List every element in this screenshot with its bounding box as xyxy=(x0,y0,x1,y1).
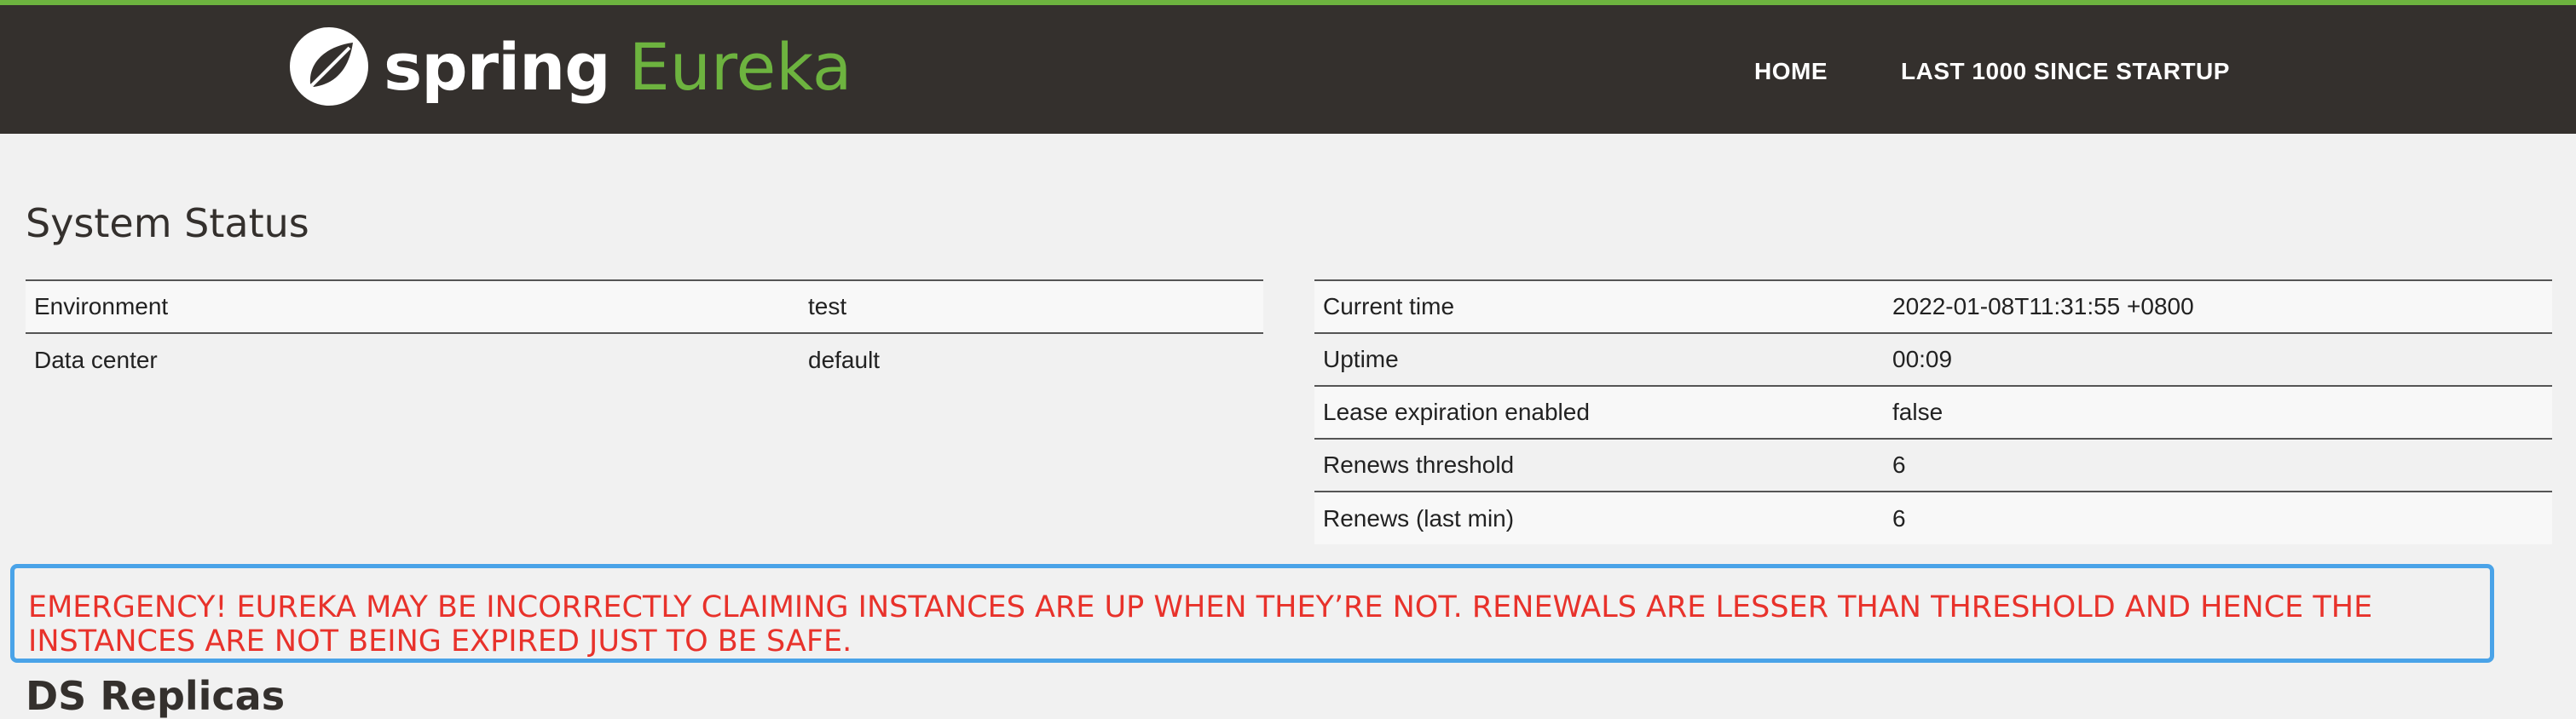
table-row: Uptime 00:09 xyxy=(1314,332,2552,386)
nav-home-link[interactable]: HOME xyxy=(1754,58,1828,92)
row-value: default xyxy=(800,332,1263,386)
table-row: Data center default xyxy=(26,332,1263,386)
table-row: Lease expiration enabled false xyxy=(1314,385,2552,439)
nav-last-1000-link[interactable]: LAST 1000 SINCE STARTUP xyxy=(1901,58,2230,92)
table-row: Renews threshold 6 xyxy=(1314,438,2552,492)
table-row: Renews (last min) 6 xyxy=(1314,491,2552,544)
row-value: 6 xyxy=(1884,438,2552,492)
system-status-title: System Status xyxy=(26,200,309,246)
emergency-alert-message: EMERGENCY! EUREKA MAY BE INCORRECTLY CLA… xyxy=(28,590,2373,659)
ds-replicas-title: DS Replicas xyxy=(26,673,286,719)
row-value: test xyxy=(800,279,1263,333)
row-key: Environment xyxy=(26,279,800,333)
brand-spring-text: spring xyxy=(384,28,611,105)
row-key: Uptime xyxy=(1314,332,1884,386)
row-value: 6 xyxy=(1884,491,2552,544)
system-status-left-table: Environment test Data center default xyxy=(26,279,1263,386)
row-value: false xyxy=(1884,385,2552,439)
row-key: Data center xyxy=(26,332,800,386)
table-row: Current time 2022-01-08T11:31:55 +0800 xyxy=(1314,279,2552,333)
emergency-alert: EMERGENCY! EUREKA MAY BE INCORRECTLY CLA… xyxy=(10,564,2494,663)
brand-eureka-text: Eureka xyxy=(628,28,852,105)
system-status-right-table: Current time 2022-01-08T11:31:55 +0800 U… xyxy=(1314,279,2552,544)
row-key: Current time xyxy=(1314,279,1884,333)
row-key: Renews threshold xyxy=(1314,438,1884,492)
spring-leaf-icon xyxy=(290,27,368,106)
row-key: Lease expiration enabled xyxy=(1314,385,1884,439)
row-value: 2022-01-08T11:31:55 +0800 xyxy=(1884,279,2552,333)
brand-logo[interactable]: spring Eureka xyxy=(290,24,852,109)
row-value: 00:09 xyxy=(1884,332,2552,386)
header: spring Eureka HOME LAST 1000 SINCE START… xyxy=(0,5,2576,134)
row-key: Renews (last min) xyxy=(1314,491,1884,544)
table-row: Environment test xyxy=(26,279,1263,333)
